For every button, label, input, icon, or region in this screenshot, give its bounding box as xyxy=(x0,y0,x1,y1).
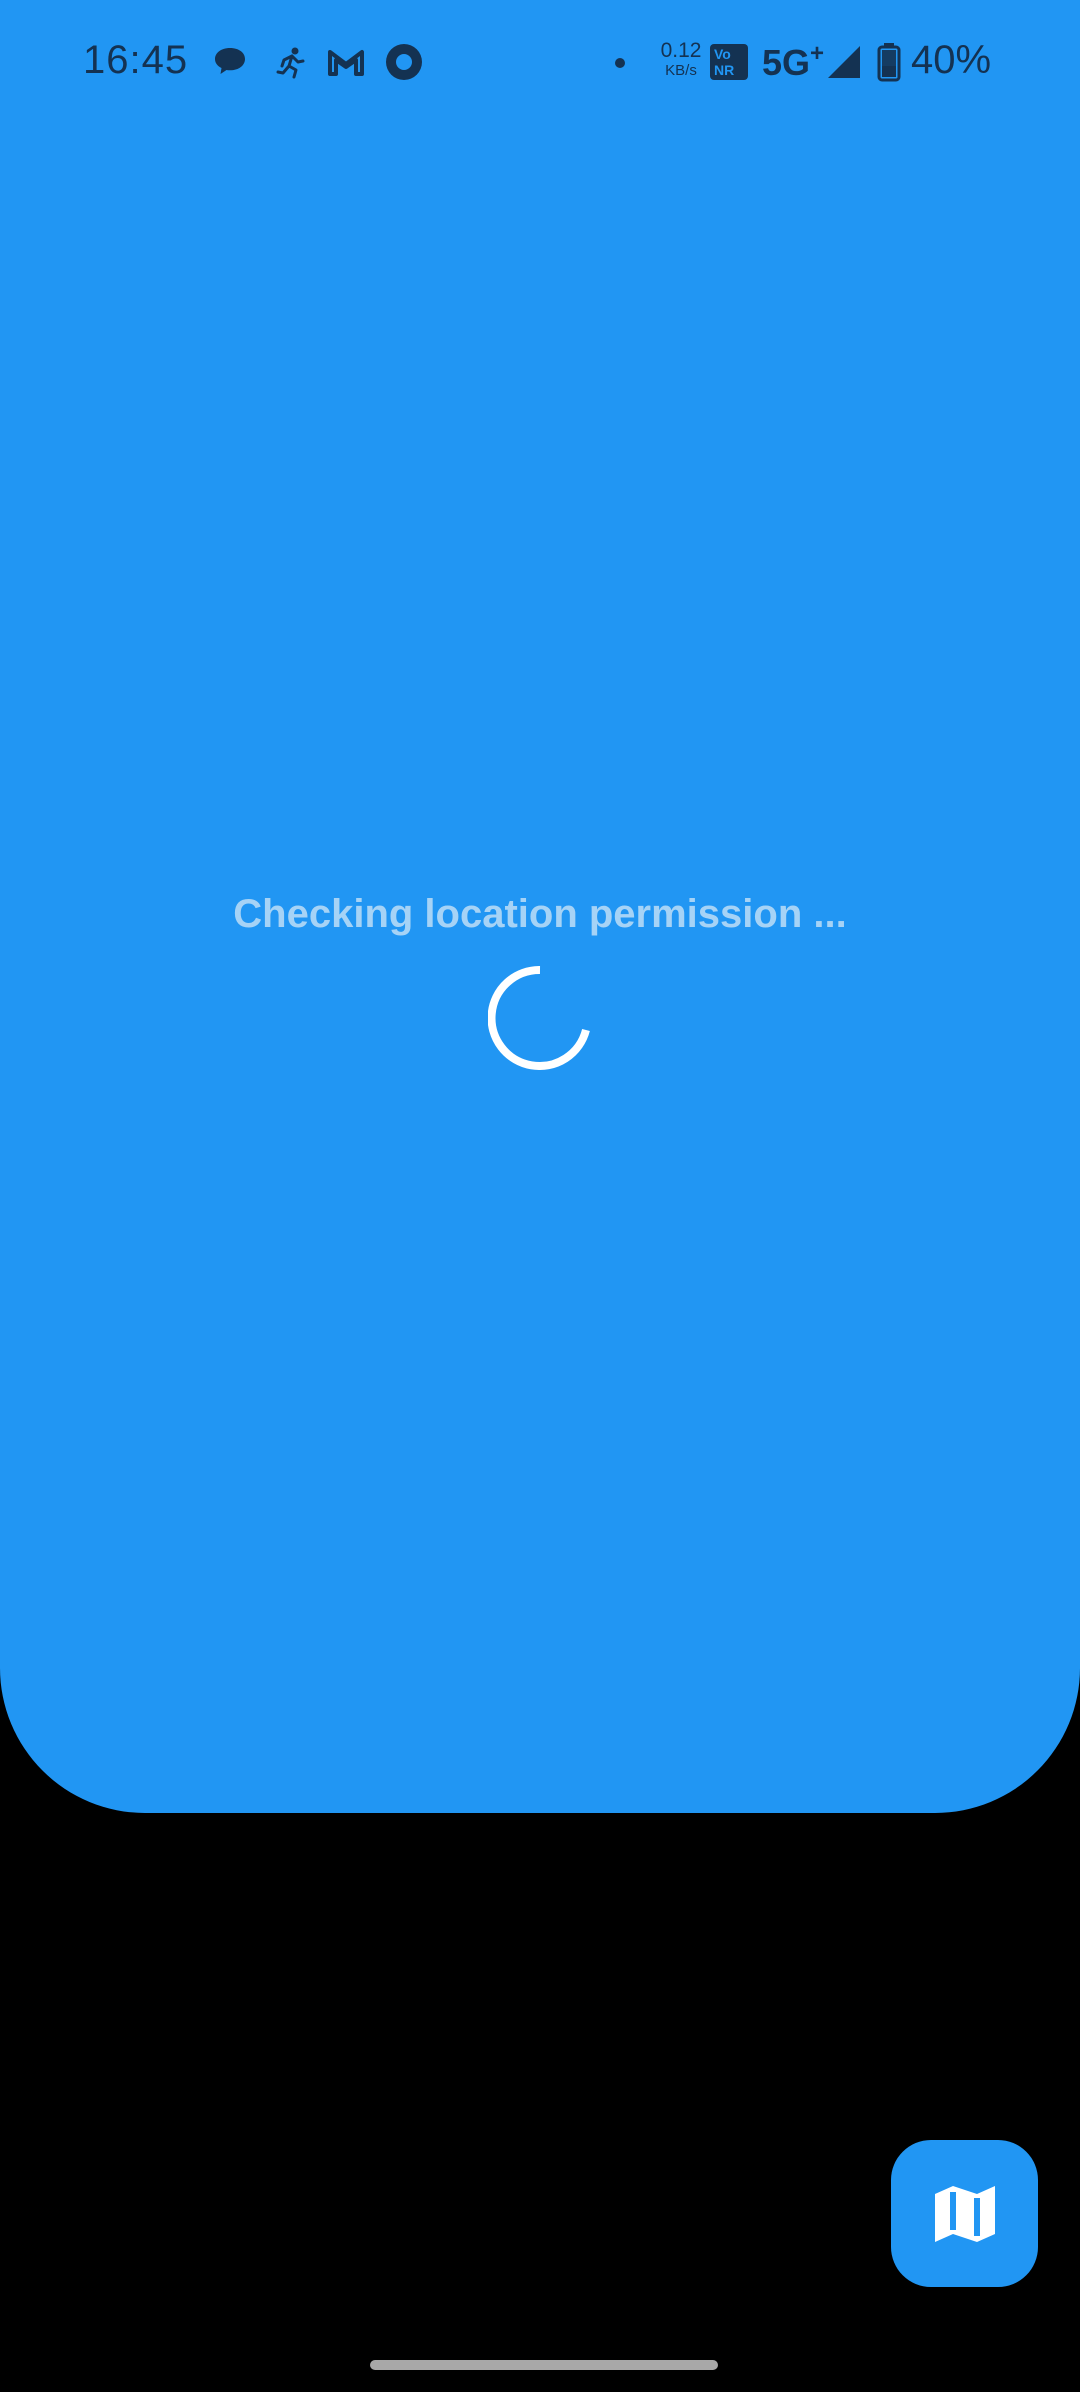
ring-app-icon xyxy=(386,44,422,80)
battery-icon xyxy=(877,43,901,82)
running-figure-icon xyxy=(276,47,305,79)
vonr-bottom: NR xyxy=(714,62,735,78)
status-time: 16:45 xyxy=(83,38,189,82)
notification-dot-icon xyxy=(615,58,625,68)
data-speed-unit: KB/s xyxy=(665,62,697,79)
vonr-top: Vo xyxy=(714,46,731,62)
loading-spinner-icon xyxy=(488,966,590,1070)
home-indicator[interactable] xyxy=(370,2360,718,2370)
network-type-label: 5G xyxy=(762,42,811,83)
battery-percent: 40% xyxy=(911,38,992,82)
network-type-plus: + xyxy=(810,40,825,67)
loading-message: Checking location permission ... xyxy=(233,892,847,936)
network-type: 5G+ xyxy=(762,40,824,84)
map-button[interactable] xyxy=(891,2140,1038,2287)
map-icon xyxy=(934,2185,995,2242)
signal-strength-icon xyxy=(828,46,860,78)
top-panel: 16:45 0.12 KB/s Vo NR 5G+ 40% Checking l… xyxy=(0,0,1080,1813)
data-speed-value: 0.12 xyxy=(660,39,702,62)
chat-bubble-icon xyxy=(215,48,245,74)
status-bar: 16:45 0.12 KB/s Vo NR 5G+ 40% xyxy=(0,0,1080,128)
app-screen: 16:45 0.12 KB/s Vo NR 5G+ 40% Checking l… xyxy=(0,0,1080,2392)
data-speed-indicator: 0.12 KB/s xyxy=(656,40,706,78)
vonr-badge: Vo NR xyxy=(710,44,748,80)
gmail-icon xyxy=(328,50,364,76)
